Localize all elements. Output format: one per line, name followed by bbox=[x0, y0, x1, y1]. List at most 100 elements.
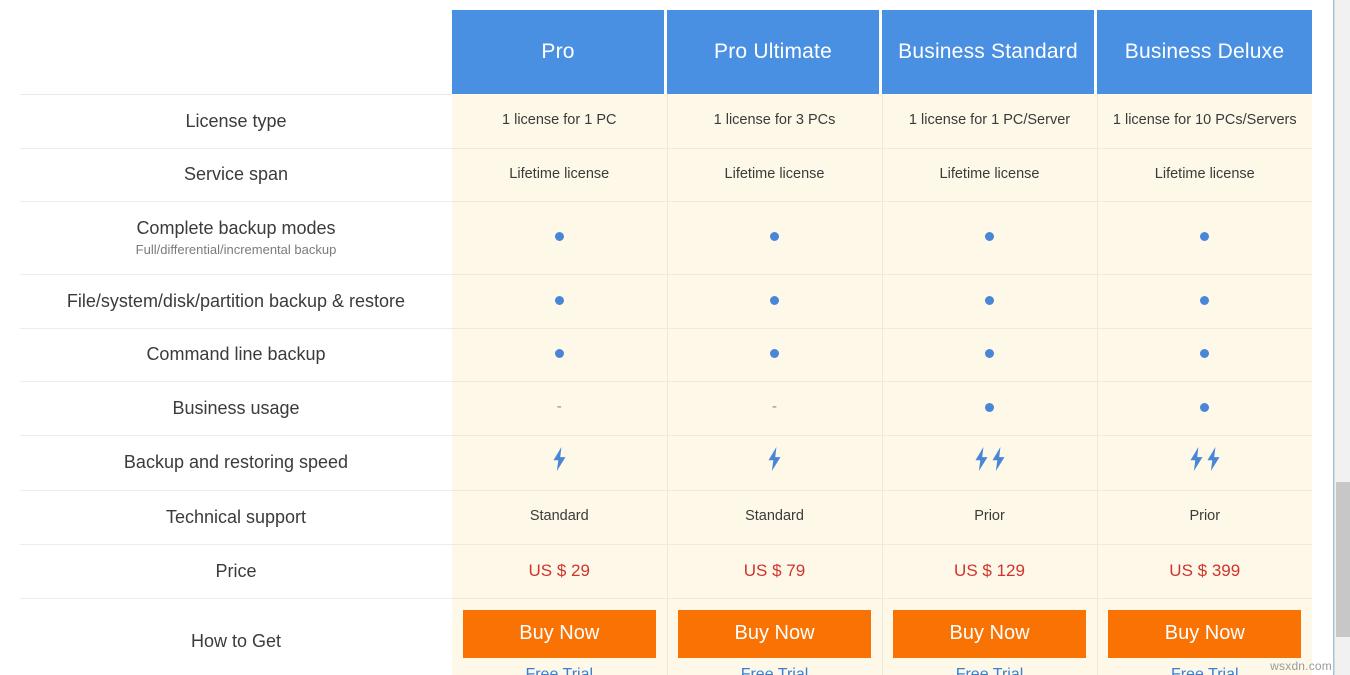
row-sublabel-text: Full/differential/incremental backup bbox=[135, 242, 337, 258]
table-cell bbox=[667, 201, 883, 275]
row-label: Price bbox=[20, 544, 452, 599]
table-body: License type 1 license for 1 PC 1 licens… bbox=[20, 94, 1312, 675]
table-row: Service span Lifetime license Lifetime l… bbox=[20, 148, 1312, 202]
table-cell: Standard bbox=[667, 490, 883, 545]
plan-header-pro-ultimate: Pro Ultimate bbox=[667, 10, 882, 94]
table-cell: 1 license for 3 PCs bbox=[667, 94, 883, 149]
speed-bolt-icon bbox=[552, 447, 567, 472]
table-cell: Lifetime license bbox=[1097, 148, 1312, 202]
scrollbar-thumb[interactable] bbox=[1336, 482, 1350, 637]
table-cell: 1 license for 10 PCs/Servers bbox=[1097, 94, 1312, 149]
price-value: US $ 79 bbox=[743, 560, 806, 580]
check-dot-icon bbox=[554, 232, 564, 242]
table-cell bbox=[1097, 328, 1312, 382]
table-cell: - bbox=[667, 381, 883, 436]
watermark-label: wsxdn.com bbox=[1270, 659, 1332, 673]
table-cell: Standard bbox=[452, 490, 668, 545]
table-cell bbox=[1097, 274, 1312, 329]
purchase-actions: Buy Now Free Trial bbox=[668, 599, 882, 675]
table-header: Pro Pro Ultimate Business Standard Busin… bbox=[20, 10, 1312, 95]
check-dot-icon bbox=[1200, 232, 1210, 242]
plan-header-business-deluxe: Business Deluxe bbox=[1097, 10, 1312, 94]
table-row: Technical support Standard Standard Prio… bbox=[20, 490, 1312, 545]
table-cell: Lifetime license bbox=[667, 148, 883, 202]
check-dot-icon bbox=[770, 295, 779, 305]
free-trial-link[interactable]: Free Trial bbox=[525, 666, 593, 675]
row-label: License type bbox=[20, 94, 452, 149]
table-cell bbox=[452, 435, 668, 491]
table-cell bbox=[882, 274, 1098, 329]
free-trial-link[interactable]: Free Trial bbox=[741, 666, 809, 675]
row-label-text: Complete backup modes bbox=[136, 217, 336, 238]
price-value: US $ 399 bbox=[1169, 560, 1241, 580]
table-row: Backup and restoring speed bbox=[20, 435, 1312, 491]
table-cell: Buy Now Free Trial bbox=[882, 598, 1098, 675]
check-dot-icon bbox=[554, 349, 564, 359]
check-dot-icon bbox=[770, 232, 779, 242]
buy-now-button[interactable]: Buy Now bbox=[462, 609, 656, 658]
table-row: How to Get Buy Now Free Trial Buy Now Fr… bbox=[20, 598, 1312, 675]
purchase-actions: Buy Now Free Trial bbox=[883, 599, 1097, 675]
table-cell bbox=[1097, 435, 1312, 491]
plan-name-label[interactable]: Pro bbox=[452, 10, 667, 94]
check-dot-icon bbox=[985, 295, 994, 305]
row-label: Backup and restoring speed bbox=[20, 435, 452, 491]
row-label: Complete backup modes Full/differential/… bbox=[20, 201, 452, 275]
table-cell bbox=[882, 435, 1098, 491]
table-cell: US $ 399 bbox=[1097, 544, 1312, 599]
table-cell bbox=[667, 328, 883, 382]
buy-now-button[interactable]: Buy Now bbox=[1108, 609, 1302, 658]
table-cell: 1 license for 1 PC/Server bbox=[882, 94, 1098, 149]
table-cell bbox=[1097, 381, 1312, 436]
row-label: Business usage bbox=[20, 381, 452, 436]
check-dot-icon bbox=[1200, 349, 1210, 359]
row-label: Service span bbox=[20, 148, 452, 202]
table-cell: Prior bbox=[882, 490, 1098, 545]
check-dot-icon bbox=[1200, 295, 1210, 305]
table-cell: Buy Now Free Trial bbox=[667, 598, 883, 675]
table-cell: US $ 129 bbox=[882, 544, 1098, 599]
plan-header-business-standard: Business Standard bbox=[882, 10, 1097, 94]
table-cell: US $ 79 bbox=[667, 544, 883, 599]
table-cell bbox=[882, 328, 1098, 382]
table-row: Price US $ 29 US $ 79 US $ 129 US $ 399 bbox=[20, 544, 1312, 599]
row-label: Command line backup bbox=[20, 328, 452, 382]
check-dot-icon bbox=[985, 402, 994, 412]
free-trial-link[interactable]: Free Trial bbox=[956, 666, 1024, 675]
table-cell bbox=[452, 328, 668, 382]
plan-header-pro: Pro bbox=[452, 10, 667, 94]
table-row: Command line backup bbox=[20, 328, 1312, 382]
table-cell bbox=[452, 274, 668, 329]
check-dot-icon bbox=[554, 295, 564, 305]
buy-now-button[interactable]: Buy Now bbox=[893, 609, 1086, 658]
unavailable-dash-icon: - bbox=[556, 398, 562, 416]
plan-name-label[interactable]: Business Standard bbox=[882, 10, 1097, 94]
check-dot-icon bbox=[1200, 402, 1210, 412]
table-cell: Lifetime license bbox=[882, 148, 1098, 202]
buy-now-button[interactable]: Buy Now bbox=[678, 609, 871, 658]
table-row: License type 1 license for 1 PC 1 licens… bbox=[20, 94, 1312, 149]
plan-name-label[interactable]: Business Deluxe bbox=[1097, 10, 1312, 94]
table-cell: Prior bbox=[1097, 490, 1312, 545]
check-dot-icon bbox=[770, 349, 779, 359]
plan-name-label[interactable]: Pro Ultimate bbox=[667, 10, 882, 94]
table-cell: 1 license for 1 PC bbox=[452, 94, 668, 149]
table-row: Business usage - - bbox=[20, 381, 1312, 436]
table-cell bbox=[1097, 201, 1312, 275]
row-label: How to Get bbox=[20, 598, 452, 675]
free-trial-link[interactable]: Free Trial bbox=[1171, 666, 1239, 675]
table-row: Complete backup modes Full/differential/… bbox=[20, 201, 1312, 275]
price-value: US $ 129 bbox=[954, 560, 1025, 580]
table-cell: US $ 29 bbox=[452, 544, 668, 599]
table-cell bbox=[882, 381, 1098, 436]
header-row: Pro Pro Ultimate Business Standard Busin… bbox=[20, 10, 1312, 95]
header-corner-cell bbox=[20, 10, 452, 95]
page-root: Pro Pro Ultimate Business Standard Busin… bbox=[0, 0, 1350, 675]
speed-bolt-icon bbox=[767, 447, 782, 472]
table-cell: Lifetime license bbox=[452, 148, 668, 202]
vertical-scrollbar[interactable] bbox=[1334, 0, 1350, 675]
table-cell bbox=[667, 274, 883, 329]
table-cell bbox=[667, 435, 883, 491]
table-cell bbox=[882, 201, 1098, 275]
unavailable-dash-icon: - bbox=[772, 398, 777, 416]
